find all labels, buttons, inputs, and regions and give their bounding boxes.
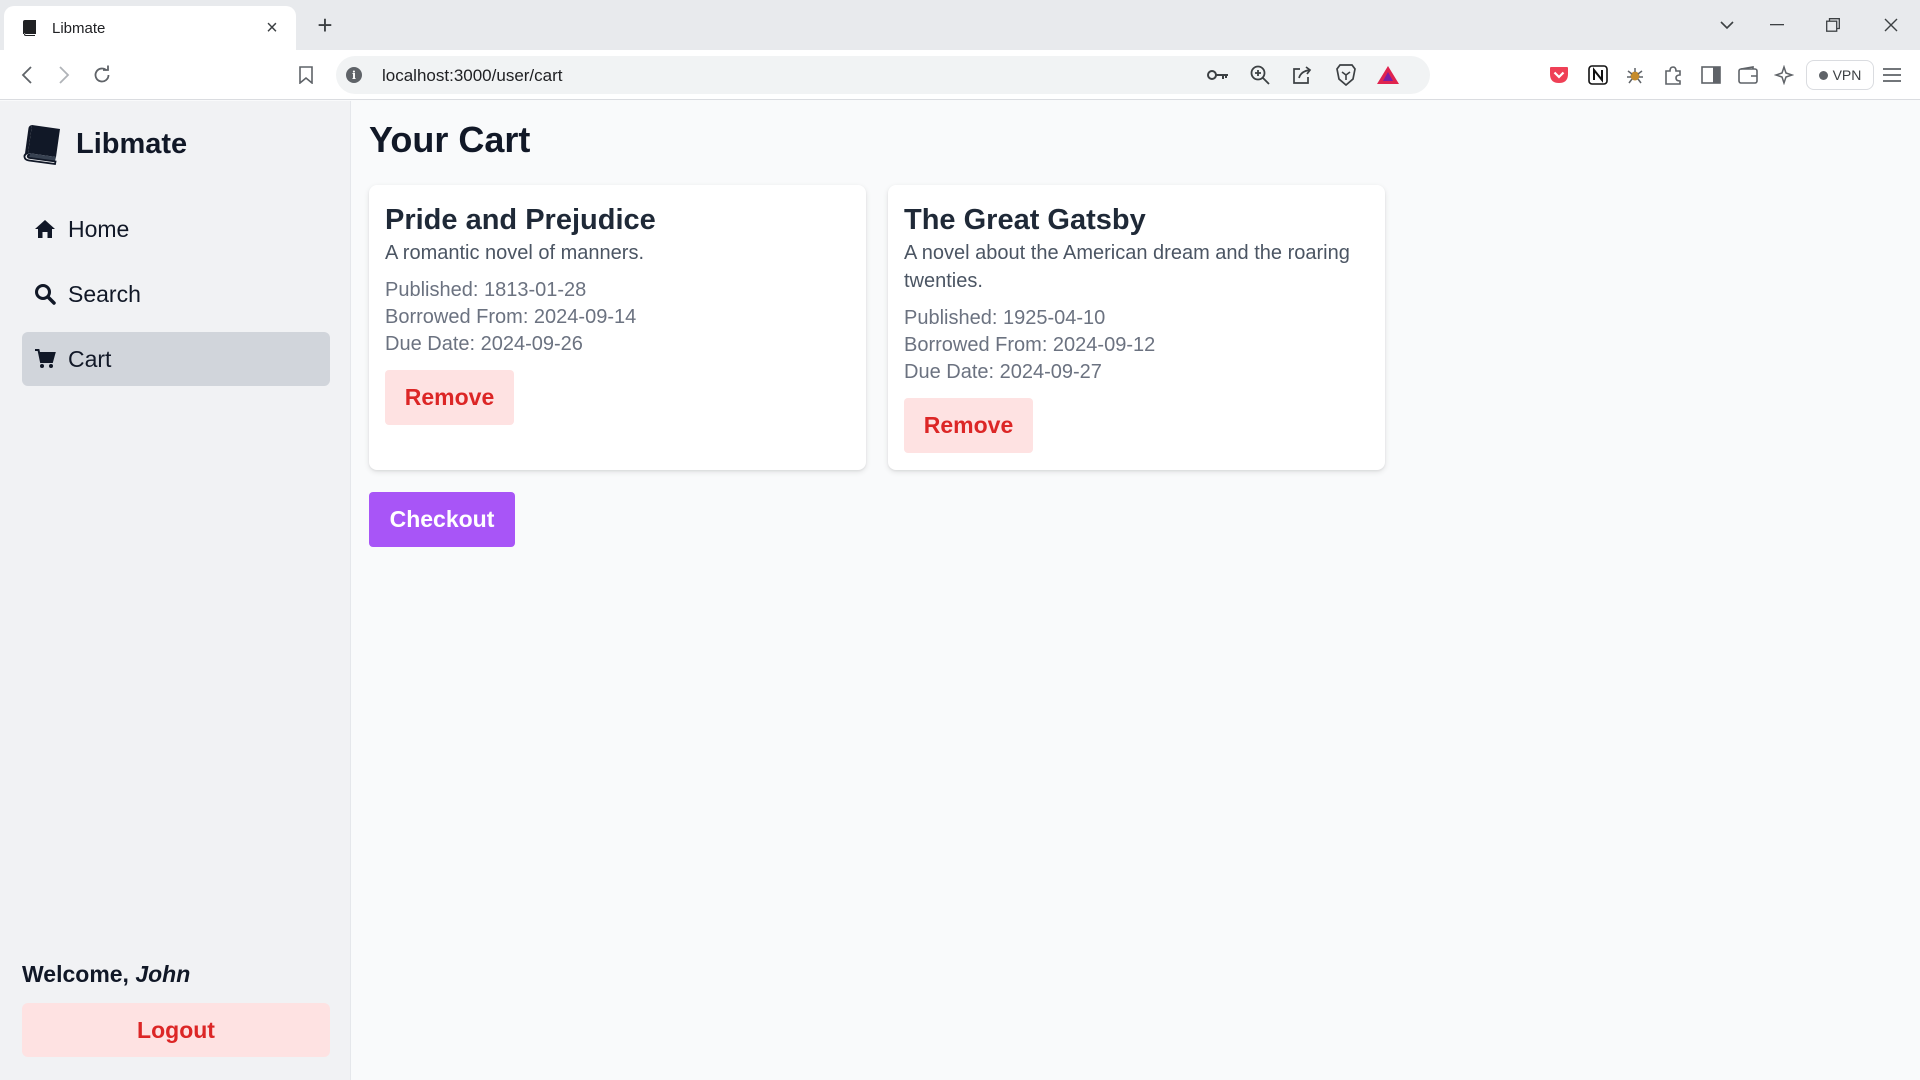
borrowed-from-date: Borrowed From: 2024-09-12 (904, 334, 1156, 356)
extensions-puzzle-icon[interactable] (1661, 63, 1685, 87)
published-date: Published: 1925-04-10 (904, 307, 1106, 329)
book-description: A novel about the American dream and the… (904, 242, 1350, 292)
book-meta: Published: 1813-01-28 Borrowed From: 202… (385, 277, 850, 358)
brand-name: Libmate (76, 127, 188, 160)
zoom-icon[interactable] (1248, 63, 1272, 87)
sidebar-toggle-icon[interactable] (1699, 63, 1723, 87)
vpn-status-icon (1818, 70, 1828, 80)
back-icon[interactable] (12, 60, 42, 90)
book-title: The Great Gatsby (904, 204, 1146, 236)
notion-icon[interactable] (1586, 63, 1610, 87)
address-bar[interactable]: i localhost:3000/user/cart (336, 56, 1430, 94)
reload-icon[interactable] (87, 60, 117, 90)
book-title: Pride and Prejudice (385, 204, 656, 236)
share-icon[interactable] (1290, 63, 1314, 87)
browser-toolbar: i localhost:3000/user/cart VPN (0, 50, 1920, 100)
brave-rewards-icon[interactable] (1376, 63, 1400, 87)
book-favicon-icon (22, 20, 38, 36)
logout-button[interactable]: Logout (22, 1003, 330, 1057)
sidebar-item-search[interactable]: Search (22, 267, 330, 321)
due-date: Due Date: 2024-09-27 (904, 361, 1102, 383)
due-date: Due Date: 2024-09-26 (385, 333, 583, 355)
address-url: localhost:3000/user/cart (382, 66, 563, 85)
close-window-icon[interactable] (1876, 10, 1906, 40)
welcome-prefix: Welcome, (22, 961, 129, 987)
brave-shields-icon[interactable] (1334, 63, 1358, 87)
browser-tab[interactable]: Libmate × (4, 6, 296, 50)
bug-extension-icon[interactable] (1623, 63, 1647, 87)
password-key-icon[interactable] (1206, 63, 1230, 87)
vpn-button[interactable]: VPN (1806, 60, 1874, 90)
sidebar-item-cart[interactable]: Cart (22, 332, 330, 386)
vpn-label: VPN (1832, 67, 1862, 83)
remove-button[interactable]: Remove (904, 398, 1033, 453)
sidebar-item-home[interactable]: Home (22, 202, 330, 256)
brand[interactable]: Libmate (22, 123, 188, 166)
main-content: Your Cart Pride and Prejudice A romantic… (352, 101, 1920, 1080)
browser-tabstrip: Libmate × + (0, 0, 1920, 50)
welcome-username: John (135, 961, 191, 987)
cart-item-card: The Great Gatsby A novel about the Ameri… (888, 185, 1385, 470)
welcome-message: Welcome, John (22, 961, 190, 988)
new-tab-icon[interactable]: + (312, 10, 338, 40)
close-tab-icon[interactable]: × (262, 17, 282, 39)
borrowed-from-date: Borrowed From: 2024-09-14 (385, 306, 637, 328)
pocket-icon[interactable] (1547, 63, 1571, 87)
menu-hamburger-icon[interactable] (1880, 63, 1904, 87)
cart-icon (34, 348, 56, 370)
search-icon (34, 283, 56, 305)
home-icon (34, 218, 56, 240)
checkout-button[interactable]: Checkout (369, 492, 515, 547)
forward-icon[interactable] (49, 60, 79, 90)
tab-title: Libmate (52, 19, 106, 37)
remove-button[interactable]: Remove (385, 370, 514, 425)
published-date: Published: 1813-01-28 (385, 279, 587, 301)
sidebar-item-label: Search (68, 280, 141, 307)
sidebar-item-label: Home (68, 215, 130, 242)
sidebar-item-label: Cart (68, 345, 112, 372)
tab-search-chevron-icon[interactable] (1712, 10, 1742, 40)
bookmark-icon[interactable] (291, 60, 321, 90)
restore-icon[interactable] (1818, 10, 1848, 40)
leo-ai-icon[interactable] (1772, 63, 1796, 87)
sidebar: Libmate Home Search Cart Welcome, John L… (0, 101, 351, 1080)
book-meta: Published: 1925-04-10 Borrowed From: 202… (904, 305, 1369, 386)
site-info-icon[interactable]: i (346, 67, 362, 83)
minimize-icon[interactable] (1762, 10, 1792, 40)
book-logo-icon (22, 123, 62, 166)
wallet-icon[interactable] (1736, 63, 1760, 87)
book-description: A romantic novel of manners. (385, 242, 645, 264)
cart-item-card: Pride and Prejudice A romantic novel of … (369, 185, 866, 470)
page-title: Your Cart (369, 119, 531, 160)
